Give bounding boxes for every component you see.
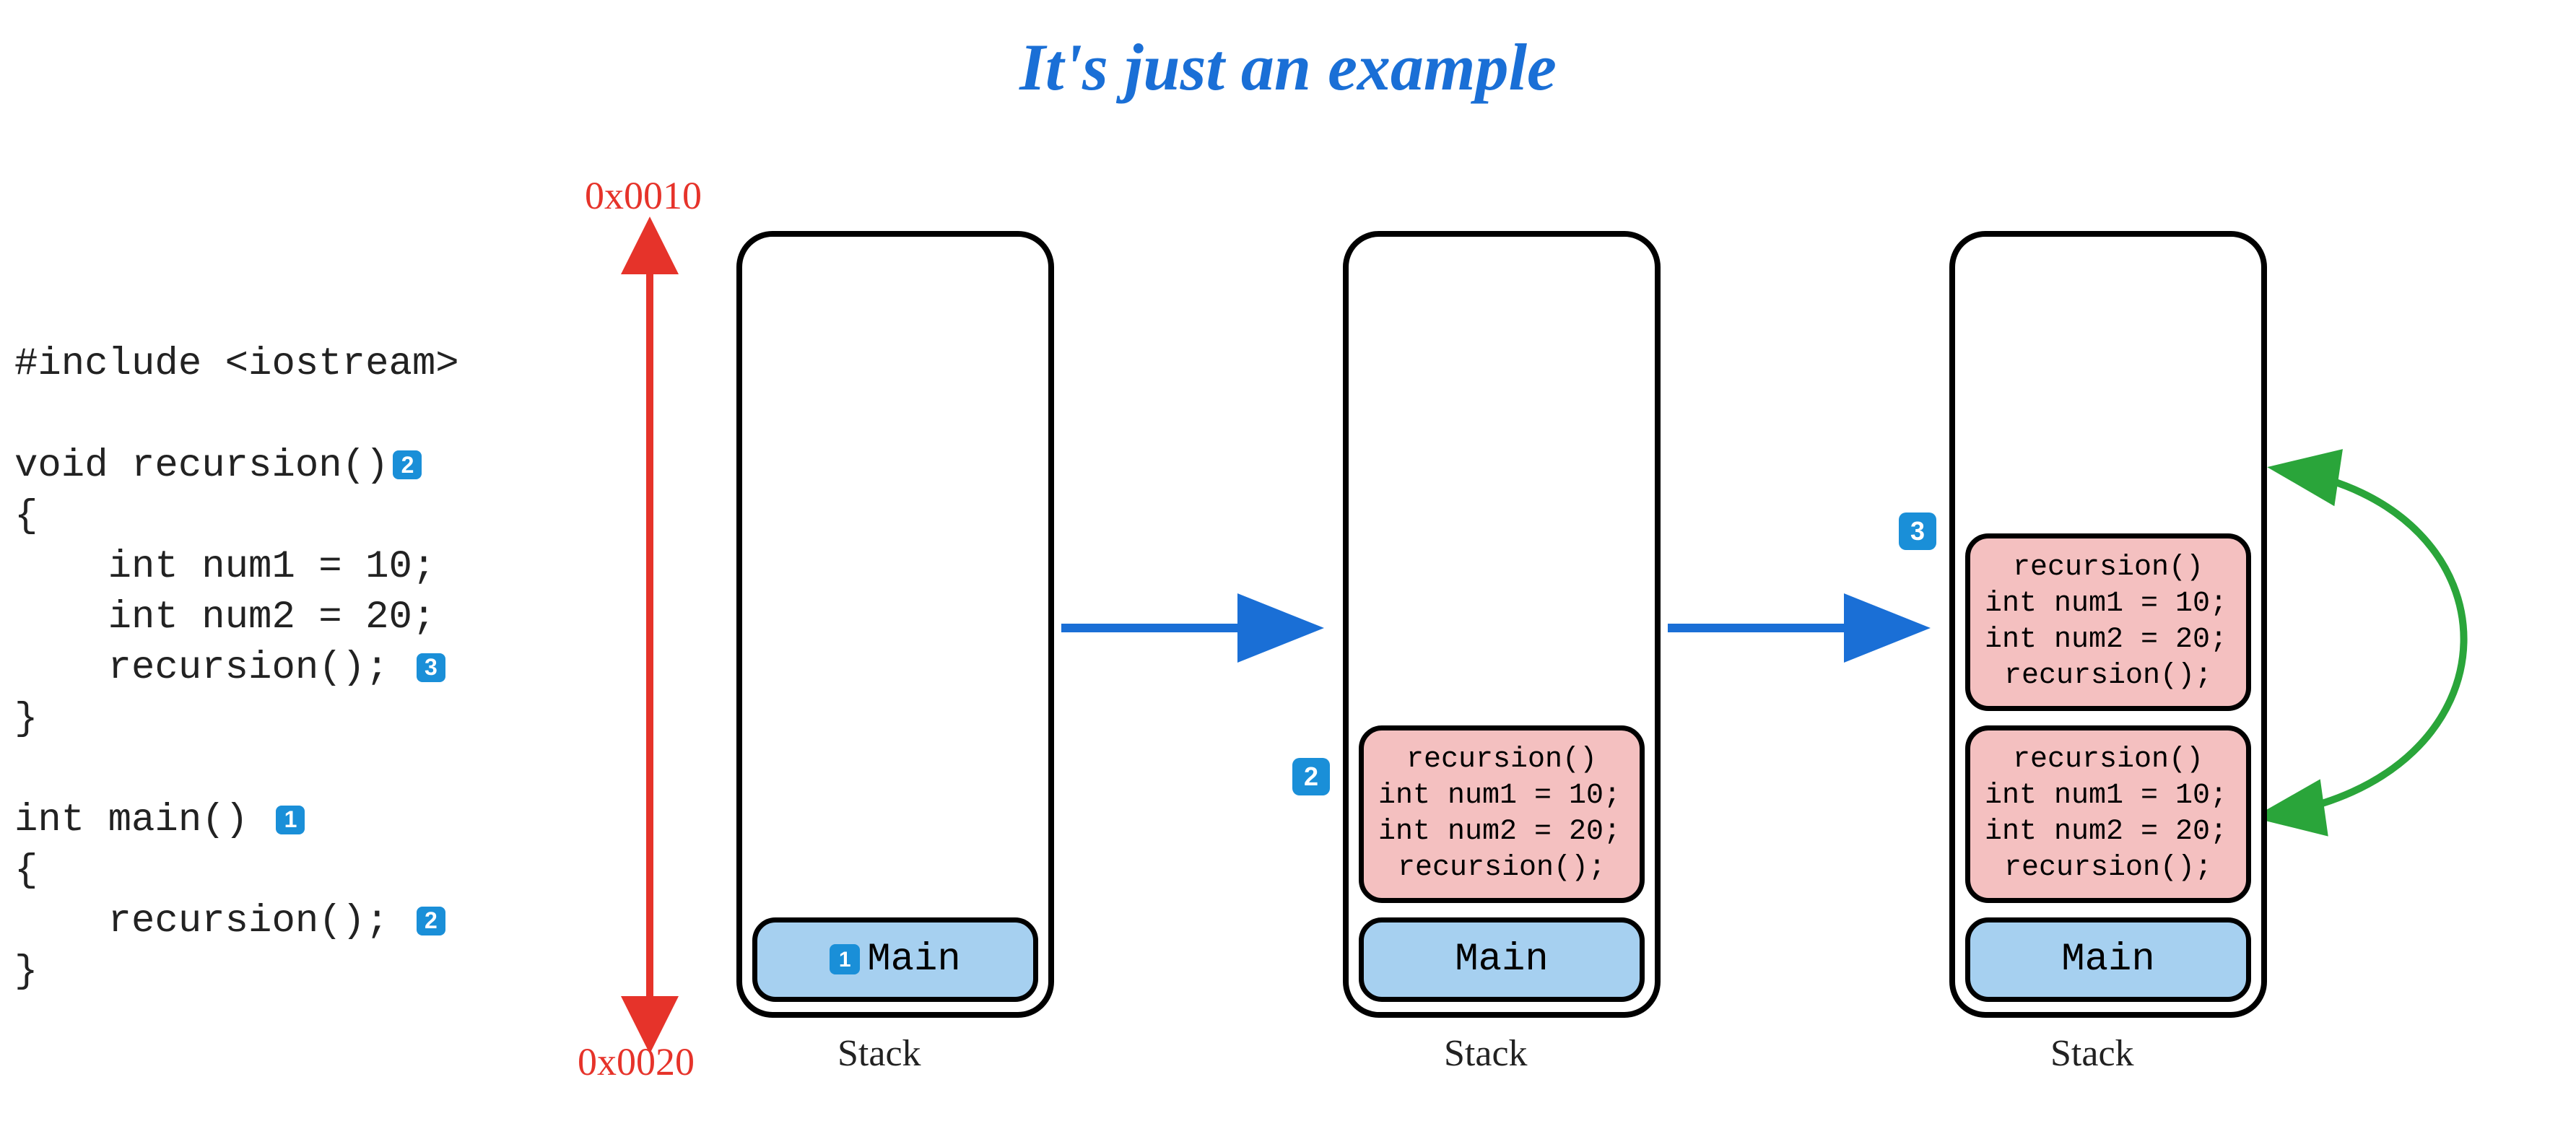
code-main-call: recursion();	[14, 899, 388, 943]
stack3-rec2-l3: recursion();	[1985, 658, 2232, 694]
stack2-badge: 2	[1292, 758, 1330, 795]
stack1-main-frame: 1 Main	[752, 917, 1038, 1003]
code-badge-2b: 2	[417, 907, 445, 935]
stack3-rec1-l1: int num1 = 10;	[1985, 778, 2232, 814]
stack3-label: Stack	[2050, 1032, 2134, 1075]
code-line2: int num2 = 20;	[14, 596, 435, 640]
stack-2: recursion() int num1 = 10; int num2 = 20…	[1343, 231, 1661, 1018]
stack3-rec1-l3: recursion();	[1985, 850, 2232, 886]
stack1-main-badge: 1	[830, 944, 860, 974]
stack2-label: Stack	[1444, 1032, 1528, 1075]
code-badge-1: 1	[276, 806, 305, 834]
stack3-badge: 3	[1899, 512, 1936, 550]
stack2-main-frame: Main	[1359, 917, 1645, 1003]
code-fn-decl: void recursion()	[14, 444, 388, 488]
stack2-rec-frame: recursion() int num1 = 10; int num2 = 20…	[1359, 725, 1645, 903]
addr-bottom: 0x0020	[578, 1039, 695, 1084]
addr-top: 0x0010	[585, 173, 702, 218]
stack3-rec1-l2: int num2 = 20;	[1985, 814, 2232, 850]
stack2-main-label: Main	[1455, 935, 1549, 985]
stack2-rec-l2: int num2 = 20;	[1378, 814, 1625, 850]
stack-3: recursion() int num1 = 10; int num2 = 20…	[1949, 231, 2267, 1018]
stack3-main-label: Main	[2061, 935, 2155, 985]
stack1-label: Stack	[837, 1032, 921, 1075]
diagram-title: It's just an example	[1019, 29, 1557, 105]
stack1-main-label: Main	[867, 935, 961, 985]
code-brace-close2: }	[14, 950, 38, 994]
stack3-main-frame: Main	[1965, 917, 2251, 1003]
stack2-rec-title: recursion()	[1378, 742, 1625, 778]
stack3-rec2-title: recursion()	[1985, 550, 2232, 586]
code-line3: recursion();	[14, 646, 388, 690]
stack3-rec2-l2: int num2 = 20;	[1985, 622, 2232, 658]
stack2-rec-l3: recursion();	[1378, 850, 1625, 886]
code-line1: int num1 = 10;	[14, 545, 435, 589]
stack3-rec-frame-top: recursion() int num1 = 10; int num2 = 20…	[1965, 533, 2251, 711]
code-include: #include <iostream>	[14, 342, 459, 386]
code-block: #include <iostream> void recursion()2 { …	[14, 289, 459, 998]
stack-1: 1 Main	[736, 231, 1054, 1018]
code-main-decl: int main()	[14, 798, 248, 842]
code-badge-3: 3	[417, 653, 445, 682]
stack3-rec2-l1: int num1 = 10;	[1985, 586, 2232, 622]
stack3-rec1-title: recursion()	[1985, 742, 2232, 778]
code-brace-open: {	[14, 494, 38, 538]
stack3-rec-frame-bottom: recursion() int num1 = 10; int num2 = 20…	[1965, 725, 2251, 903]
code-brace-close: }	[14, 697, 38, 741]
stack2-rec-l1: int num1 = 10;	[1378, 778, 1625, 814]
code-badge-2a: 2	[393, 450, 422, 479]
code-brace-open2: {	[14, 849, 38, 893]
